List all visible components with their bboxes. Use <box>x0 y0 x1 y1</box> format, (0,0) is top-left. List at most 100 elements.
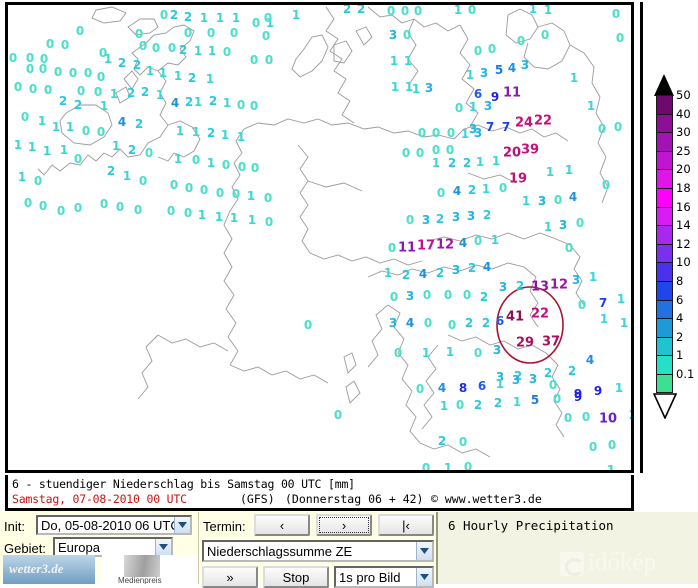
play-button[interactable]: » <box>202 566 258 588</box>
precip-value: 0 <box>455 398 465 412</box>
precip-value: 0 <box>159 8 169 22</box>
precip-value: 0 <box>76 84 86 98</box>
ad-thumbnail[interactable]: Medienpreis <box>102 555 198 584</box>
idokep-logo[interactable]: időkép www.idokep.hu <box>560 549 692 580</box>
init-select-value: Do, 05-08-2010 06 UTC <box>41 517 174 533</box>
init-label: Init: <box>4 519 25 534</box>
precip-value: 3 <box>537 194 547 208</box>
precip-value: 0 <box>251 16 261 30</box>
chevron-down-icon[interactable] <box>416 542 432 560</box>
precip-value: 1 <box>616 292 626 306</box>
precip-value: 0 <box>236 98 246 112</box>
precip-value: 1 <box>175 124 185 138</box>
precip-value: 3 <box>473 126 483 140</box>
precip-value: 37 <box>541 334 561 350</box>
precip-value: 1 <box>545 165 555 179</box>
precip-value: 1 <box>389 54 399 68</box>
next-timestep-button[interactable]: › <box>316 514 372 536</box>
precip-value: 1 <box>222 96 232 110</box>
precip-value: 0 <box>28 82 38 96</box>
precip-value: 0 <box>23 196 33 210</box>
chevron-down-icon[interactable] <box>155 539 171 555</box>
precip-value: 1 <box>214 210 224 224</box>
precip-value: 2 <box>435 212 445 226</box>
legend-label: 18 <box>676 181 691 195</box>
precip-value: 0 <box>402 28 412 42</box>
precip-value: 1 <box>103 52 113 66</box>
precip-value: 7 <box>485 120 495 134</box>
precip-value: 0 <box>45 37 55 51</box>
first-timestep-button[interactable]: |‹ <box>378 514 434 536</box>
precip-value: 1 <box>229 211 239 225</box>
precip-value: 9 <box>593 384 603 398</box>
precip-value: 1 <box>475 155 485 169</box>
precip-value: 0 <box>20 110 30 124</box>
precip-value: 1 <box>193 44 203 58</box>
precip-value: 0 <box>446 126 456 140</box>
precip-value: 2 <box>127 143 137 157</box>
precip-value: 17 <box>416 238 436 254</box>
precip-value: 1 <box>403 54 413 68</box>
precip-value: 1 <box>495 377 505 391</box>
precip-value: 1 <box>13 138 23 152</box>
precip-value: 0 <box>417 126 427 140</box>
parameter-select-value: Niederschlagssumme ZE <box>207 543 353 559</box>
precip-value: 2 <box>462 156 472 170</box>
chevron-down-icon[interactable] <box>416 568 432 586</box>
precip-value: 2 <box>106 164 116 178</box>
precip-value: 1 <box>453 3 463 17</box>
precip-value: 0 <box>138 174 148 188</box>
parameter-select[interactable]: Niederschlagssumme ZE <box>202 540 434 562</box>
legend-swatch <box>656 187 673 207</box>
map-viewport[interactable]: 0000000221110100000012000211000000000211… <box>5 2 634 473</box>
info-panel-title: 6 Hourly Precipitation <box>448 518 614 533</box>
wetter3-logo-banner[interactable]: wetter3.de <box>3 555 95 584</box>
ad-image <box>124 555 160 577</box>
precip-value: 1 <box>193 95 203 109</box>
precip-value: 5 <box>530 393 540 407</box>
precip-value: 0 <box>169 178 179 192</box>
legend-label: 50 <box>676 88 691 102</box>
legend-swatch <box>656 262 673 281</box>
precipitation-map-canvas[interactable]: 0000000221110100000012000211000000000211… <box>8 5 631 470</box>
precip-value: 0 <box>75 24 85 38</box>
legend-swatch <box>656 243 673 263</box>
precip-value: 3 <box>451 210 461 224</box>
prev-timestep-button[interactable]: ‹ <box>254 514 310 536</box>
precip-value: 1 <box>491 154 501 168</box>
precip-value: 2 <box>117 56 127 70</box>
precip-value: 1 <box>439 399 449 413</box>
precip-value: 0 <box>415 382 425 396</box>
precip-value: 2 <box>464 316 474 330</box>
caption-title: 6 - stuendiger Niederschlag bis Samstag … <box>12 477 355 491</box>
precip-value: 1 <box>246 189 256 203</box>
termin-label: Termin: <box>203 519 246 534</box>
legend-label: 1 <box>676 348 684 363</box>
precip-value: 0 <box>386 4 396 18</box>
precip-value: 0 <box>133 203 143 217</box>
chevron-down-icon[interactable] <box>174 517 190 533</box>
precip-value: 1 <box>390 80 400 94</box>
precip-value: 0 <box>73 152 83 166</box>
precip-value: 3 <box>492 343 502 357</box>
gebiet-select[interactable]: Europa <box>53 537 173 557</box>
control-group-left: Init: Do, 05-08-2010 06 UTC Gebiet: Euro… <box>0 512 198 584</box>
precip-value: 0 <box>206 26 216 40</box>
precip-value: 1 <box>111 139 121 153</box>
precip-value: 8 <box>458 381 468 395</box>
precip-value: 9 <box>573 390 583 404</box>
init-select[interactable]: Do, 05-08-2010 06 UTC <box>36 515 192 535</box>
precip-value: 1 <box>59 143 69 157</box>
precip-value: 3 <box>520 58 530 72</box>
precip-value: 0 <box>68 66 78 80</box>
precip-value: 1 <box>383 266 393 280</box>
precip-value: 1 <box>564 163 574 177</box>
speed-select[interactable]: 1s pro Bild <box>334 566 434 588</box>
precip-value: 2 <box>467 183 477 197</box>
precip-value: 2 <box>447 156 457 170</box>
precip-value: 0 <box>8 51 18 65</box>
legend-label: 30 <box>676 125 691 140</box>
stop-button[interactable]: Stop <box>263 566 329 588</box>
precip-value: 1 <box>291 8 301 22</box>
legend-swatch <box>656 150 673 170</box>
